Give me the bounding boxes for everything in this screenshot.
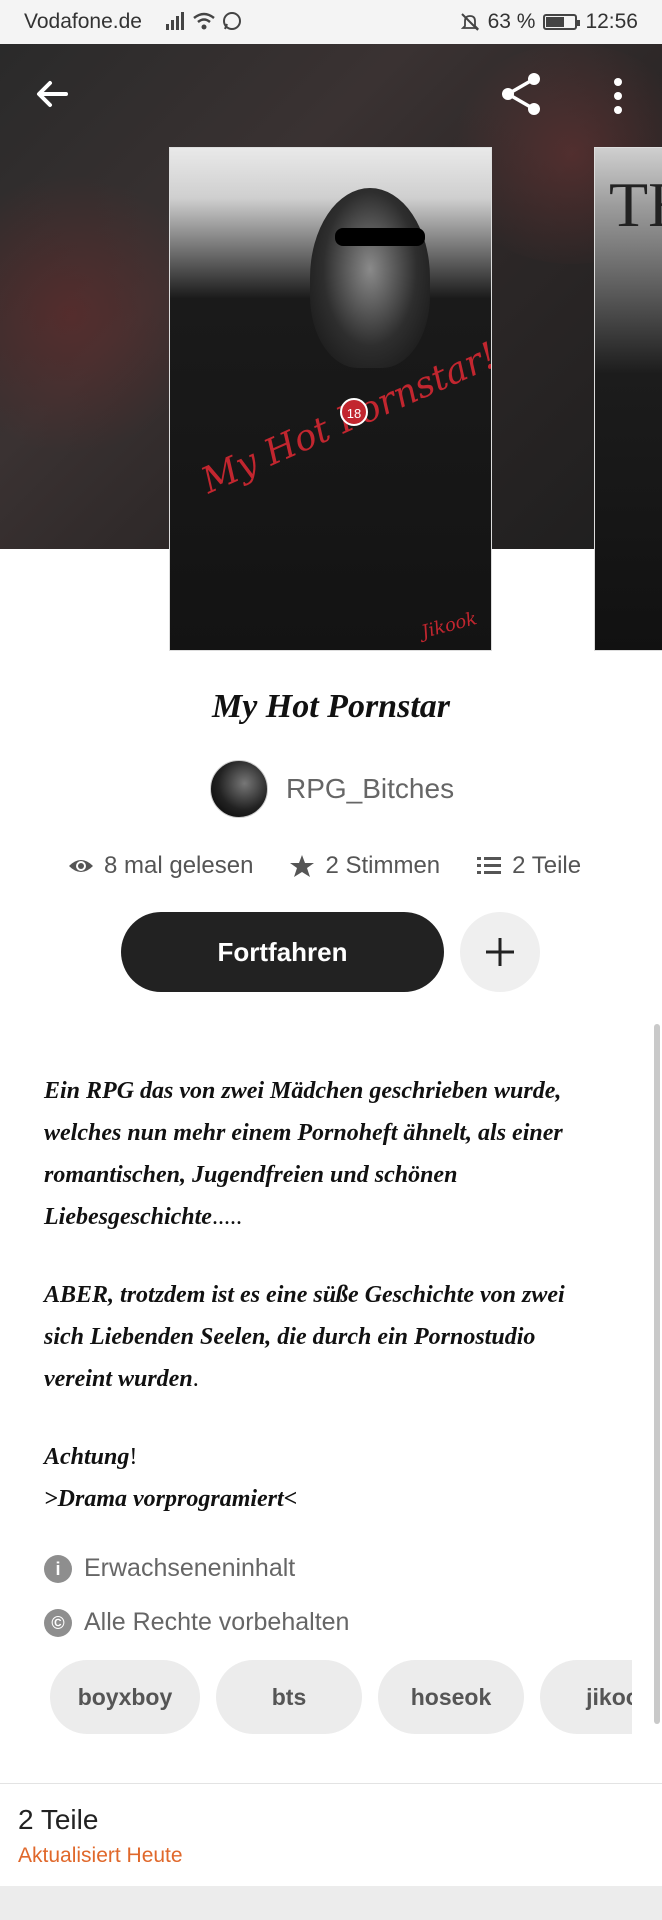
continue-reading-button[interactable]: Fortfahren [121, 912, 444, 992]
battery-icon [543, 14, 581, 30]
parts-count: 2 Teile [512, 852, 582, 879]
description-text: ABER, trotzdem ist es eine süße Geschich… [44, 1282, 565, 1392]
share-button[interactable] [498, 70, 546, 118]
story-stats: 8 mal gelesen 2 Stimmen 2 Teile [68, 852, 617, 880]
cover-age-badge: 18 [340, 398, 368, 426]
votes-stat: 2 Stimmen [289, 852, 440, 880]
avatar[interactable] [210, 760, 268, 818]
copyright-icon: © [44, 1608, 72, 1637]
battery-level [546, 17, 565, 27]
description-text: Achtung [44, 1444, 130, 1470]
story-title: My Hot Pornstar [211, 688, 451, 725]
back-button[interactable] [32, 74, 72, 114]
star-icon [290, 855, 315, 877]
copyright-notice: © Alle Rechte vorbehalten [44, 1608, 349, 1637]
status-bar: Vodafone.de 63 % 12:56 [0, 0, 662, 44]
description-text: >Drama vorprogramiert< [44, 1486, 298, 1512]
reads-stat: 8 mal gelesen [68, 852, 253, 880]
next-cover-artwork: TH [609, 169, 662, 240]
copyright-label: Alle Rechte vorbehalten [84, 1608, 350, 1636]
bottom-panel [0, 1886, 662, 1920]
parts-section-title[interactable]: 2 Teile [18, 1804, 98, 1836]
story-cover[interactable]: My Hot Pornstar! 18 Jikook [169, 147, 492, 651]
tag-chip[interactable]: jikoo [540, 1660, 632, 1734]
list-icon [477, 857, 502, 874]
author-name[interactable]: RPG_Bitches [286, 773, 454, 805]
description-exclamation: ! [129, 1444, 138, 1470]
cover-censor-bar [335, 228, 425, 246]
clock: 12:56 [585, 10, 638, 33]
wifi-icon [193, 12, 215, 30]
status-right: 63 % 12:56 [460, 10, 638, 34]
battery-percent: 63 % [487, 10, 536, 33]
parts-stat: 2 Teile [476, 852, 581, 880]
eye-icon [69, 860, 93, 872]
tag-chip[interactable]: boyxboy [50, 1660, 200, 1734]
story-description: Ein RPG das von zwei Mädchen geschrieben… [44, 1070, 604, 1556]
info-icon: i [44, 1554, 72, 1583]
mature-content-notice: i Erwachseneninhalt [44, 1554, 295, 1583]
description-period: . [192, 1366, 199, 1392]
description-ellipsis: ..... [211, 1204, 242, 1230]
description-paragraph: Achtung! >Drama vorprogramiert< [44, 1436, 604, 1520]
bell-off-icon [460, 13, 479, 31]
updated-label: Aktualisiert Heute [18, 1844, 183, 1867]
add-to-library-button[interactable] [460, 912, 540, 992]
next-story-cover[interactable]: TH [594, 147, 662, 651]
description-paragraph: Ein RPG das von zwei Mädchen geschrieben… [44, 1070, 604, 1238]
more-options-button[interactable] [606, 76, 630, 116]
tag-chip[interactable]: bts [216, 1660, 362, 1734]
description-paragraph: ABER, trotzdem ist es eine süße Geschich… [44, 1274, 604, 1400]
scrollbar[interactable] [654, 1024, 660, 1724]
share-icon [502, 73, 540, 115]
signal-icons [166, 11, 242, 31]
tag-list: boyxboy bts hoseok jikoo [50, 1660, 632, 1736]
more-vertical-icon [614, 78, 622, 114]
whatsapp-icon [223, 12, 241, 30]
description-text: Ein RPG das von zwei Mädchen geschrieben… [44, 1078, 563, 1230]
plus-icon [486, 938, 514, 966]
reads-count: 8 mal gelesen [104, 852, 254, 879]
tag-chip[interactable]: hoseok [378, 1660, 524, 1734]
signal-icon [166, 12, 184, 30]
carrier-name: Vodafone.de [24, 10, 142, 33]
cover-portrait [310, 188, 430, 368]
mature-label: Erwachseneninhalt [84, 1554, 296, 1582]
cover-signature: Jikook [418, 608, 479, 643]
arrow-left-icon [37, 81, 68, 107]
divider [0, 1783, 662, 1784]
author-link[interactable]: RPG_Bitches [210, 760, 454, 818]
votes-count: 2 Stimmen [325, 852, 441, 879]
